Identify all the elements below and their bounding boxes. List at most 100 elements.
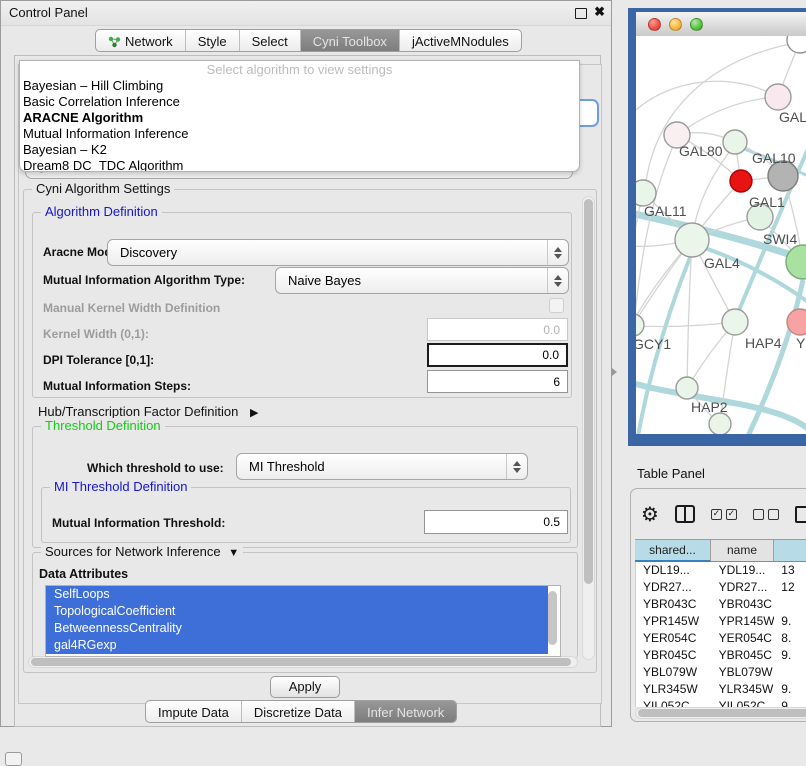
table-row[interactable]: YDL19...YDL19...13 — [636, 562, 806, 579]
tab-discretize-data[interactable]: Discretize Data — [241, 701, 354, 722]
table-cell: YBL079W — [712, 664, 775, 681]
which-threshold-combobox[interactable]: MI Threshold — [236, 453, 528, 480]
table-cell: YPR145W — [636, 613, 712, 630]
splitpane-collapse-handle[interactable] — [612, 368, 617, 376]
mi-threshold-label: Mutual Information Threshold: — [52, 516, 225, 530]
minimize-traffic-light-icon[interactable] — [669, 18, 682, 31]
mi-threshold-definition-group: MI Threshold Definition Mutual Informati… — [41, 487, 571, 543]
column-header[interactable]: shared... — [635, 539, 711, 562]
data-attribute-item-selected[interactable]: TopologicalCoefficient — [46, 603, 548, 620]
table-cell: 9. — [774, 613, 806, 630]
network-edge[interactable] — [636, 81, 778, 110]
network-node[interactable] — [676, 377, 698, 399]
node-label: GCY1 — [636, 336, 671, 352]
split-columns-icon[interactable] — [675, 505, 695, 523]
column-header[interactable]: name — [711, 539, 774, 562]
hub-definition-label: Hub/Transcription Factor Definition — [38, 404, 238, 419]
manual-kernel-width-checkbox[interactable] — [549, 298, 564, 313]
deselect-all-columns-icon[interactable] — [753, 509, 779, 520]
table-row[interactable]: YDR27...YDR27...12 — [636, 579, 806, 596]
select-all-columns-icon[interactable]: ✓ ✓ — [711, 509, 737, 520]
threshold-definition-title: Threshold Definition — [41, 418, 165, 433]
network-node[interactable] — [730, 170, 752, 192]
node-label: GAL11 — [644, 203, 687, 219]
zoom-traffic-light-icon[interactable] — [690, 18, 703, 31]
table-row[interactable]: YIL052CYIL052C9 — [636, 698, 806, 707]
table-row[interactable]: YLR345WYLR345W9. — [636, 681, 806, 698]
table-cell: YBR043C — [636, 596, 712, 613]
tab-cyni-toolbox[interactable]: Cyni Toolbox — [300, 30, 399, 51]
network-edge[interactable] — [636, 137, 677, 322]
algorithm-option[interactable]: Bayesian – Hill Climbing — [20, 78, 579, 94]
data-attributes-list[interactable]: SelfLoopsTopologicalCoefficientBetweenne… — [45, 585, 561, 657]
table-row[interactable]: YER054CYER054C8. — [636, 630, 806, 647]
tab-impute-data[interactable]: Impute Data — [146, 701, 241, 722]
aracne-mode-combobox[interactable]: Discovery — [107, 239, 569, 266]
scrollbar-thumb[interactable] — [31, 658, 571, 666]
tab-jactivemnodules[interactable]: jActiveMNodules — [399, 30, 521, 51]
data-attribute-item-selected[interactable]: gal4RGexp — [46, 637, 548, 654]
table-row[interactable]: YBR045CYBR045C9. — [636, 647, 806, 664]
control-panel-window: Control Panel ✖ NetworkStyleSelectCyni T… — [0, 0, 612, 727]
column-header[interactable] — [774, 539, 806, 562]
sources-group: Sources for Network Inference ▼ Data Att… — [32, 552, 578, 658]
mi-threshold-field[interactable]: 0.5 — [424, 510, 568, 534]
table-row[interactable]: YBR043CYBR043C — [636, 596, 806, 613]
scrollbar-thumb[interactable] — [638, 709, 806, 717]
algorithm-option[interactable]: Bayesian – K2 — [20, 142, 579, 158]
sources-title-text: Sources for Network Inference — [45, 544, 221, 559]
algorithm-option[interactable]: Dream8 DC_TDC Algorithm — [20, 158, 579, 172]
dpi-tolerance-field[interactable]: 0.0 — [427, 343, 568, 367]
mi-steps-field[interactable]: 6 — [427, 370, 568, 393]
gear-icon[interactable]: ⚙ — [641, 503, 659, 525]
export-table-icon[interactable] — [795, 506, 806, 523]
network-node[interactable] — [765, 84, 791, 110]
hub-definition-expander[interactable]: Hub/Transcription Factor Definition ▶ — [38, 404, 258, 419]
algorithm-option[interactable]: Mutual Information Inference — [20, 126, 579, 142]
algorithm-dropdown-placeholder: Select algorithm to view settings — [20, 61, 579, 78]
scrollbar-thumb[interactable] — [584, 199, 593, 584]
combobox-arrows-icon — [506, 454, 527, 479]
table-row[interactable]: YPR145WYPR145W9. — [636, 613, 806, 630]
float-window-icon[interactable] — [575, 8, 587, 19]
mi-algorithm-type-combobox[interactable]: Naive Bayes — [275, 267, 569, 294]
network-node[interactable] — [722, 309, 748, 335]
sources-group-title[interactable]: Sources for Network Inference ▼ — [41, 544, 243, 559]
scrollbar-thumb[interactable] — [548, 591, 557, 645]
network-canvas[interactable]: GALGAL80GAL10GAL1GAL11SWI4GAL4GCY1HAP4YH… — [636, 36, 806, 434]
kernel-width-field[interactable]: 0.0 — [427, 318, 568, 341]
network-node[interactable] — [723, 130, 747, 154]
cyni-settings-group-title: Cyni Algorithm Settings — [32, 181, 174, 196]
network-edge[interactable] — [636, 322, 735, 327]
tab-infer-network[interactable]: Infer Network — [354, 701, 456, 722]
tab-style[interactable]: Style — [185, 30, 239, 51]
tab-label: Select — [252, 34, 288, 49]
docked-panel-icon[interactable] — [5, 752, 22, 766]
table-cell: YDR27... — [712, 579, 775, 596]
network-edge[interactable] — [677, 97, 778, 135]
data-attribute-item-selected[interactable]: SelfLoops — [46, 586, 548, 603]
table-cell: YLR345W — [712, 681, 775, 698]
settings-vertical-scrollbar[interactable] — [582, 196, 595, 660]
table-cell: YDL19... — [712, 562, 775, 579]
close-traffic-light-icon[interactable] — [648, 18, 661, 31]
network-node[interactable] — [787, 36, 806, 53]
network-node[interactable] — [787, 309, 806, 335]
table-row[interactable]: YBL079WYBL079W — [636, 664, 806, 681]
data-attribute-item-selected[interactable]: BetweennessCentrality — [46, 620, 548, 637]
attributes-list-scrollbar[interactable] — [548, 589, 558, 653]
network-node[interactable] — [636, 314, 644, 336]
network-window-titlebar[interactable] — [636, 12, 806, 37]
apply-button[interactable]: Apply — [270, 676, 340, 698]
network-graph[interactable]: GALGAL80GAL10GAL1GAL11SWI4GAL4GCY1HAP4YH… — [636, 36, 806, 434]
algorithm-option[interactable]: Basic Correlation Inference — [20, 94, 579, 110]
close-icon[interactable]: ✖ — [594, 4, 605, 20]
network-node[interactable] — [709, 413, 731, 434]
network-node[interactable] — [786, 245, 806, 279]
tab-select[interactable]: Select — [239, 30, 300, 51]
table-cell: YBL079W — [636, 664, 712, 681]
tab-network[interactable]: Network — [96, 30, 185, 51]
algorithm-option[interactable]: ARACNE Algorithm — [20, 110, 579, 126]
network-node[interactable] — [675, 223, 709, 257]
table-horizontal-scrollbar[interactable] — [635, 707, 806, 719]
